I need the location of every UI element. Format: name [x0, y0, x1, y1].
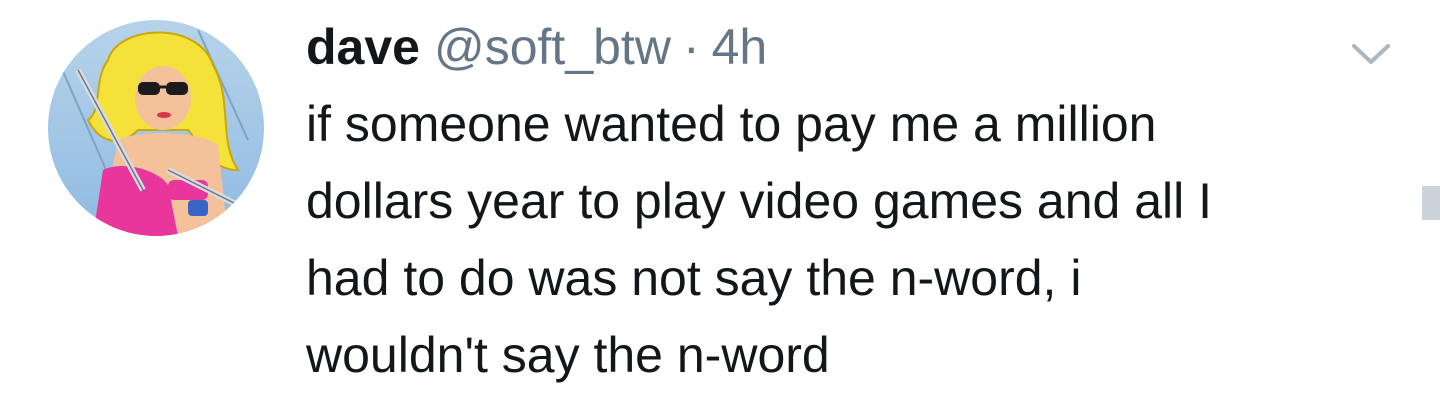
separator-dot: ·	[682, 19, 700, 75]
scrollbar-thumb[interactable]	[1422, 186, 1440, 220]
avatar-illustration-icon	[48, 20, 264, 236]
chevron-down-icon	[1352, 44, 1390, 64]
tweet-card[interactable]: dave @soft_btw · 4h if someone wanted to…	[0, 0, 1440, 418]
display-name[interactable]: dave	[306, 14, 420, 80]
avatar[interactable]	[48, 20, 264, 236]
tweet-header: dave @soft_btw · 4h	[306, 14, 767, 84]
tweet-menu-button[interactable]	[1346, 36, 1396, 72]
tweet-text: if someone wanted to pay me a million do…	[306, 96, 1213, 383]
user-handle[interactable]: @soft_btw	[434, 14, 671, 80]
timestamp[interactable]: 4h	[712, 14, 768, 80]
